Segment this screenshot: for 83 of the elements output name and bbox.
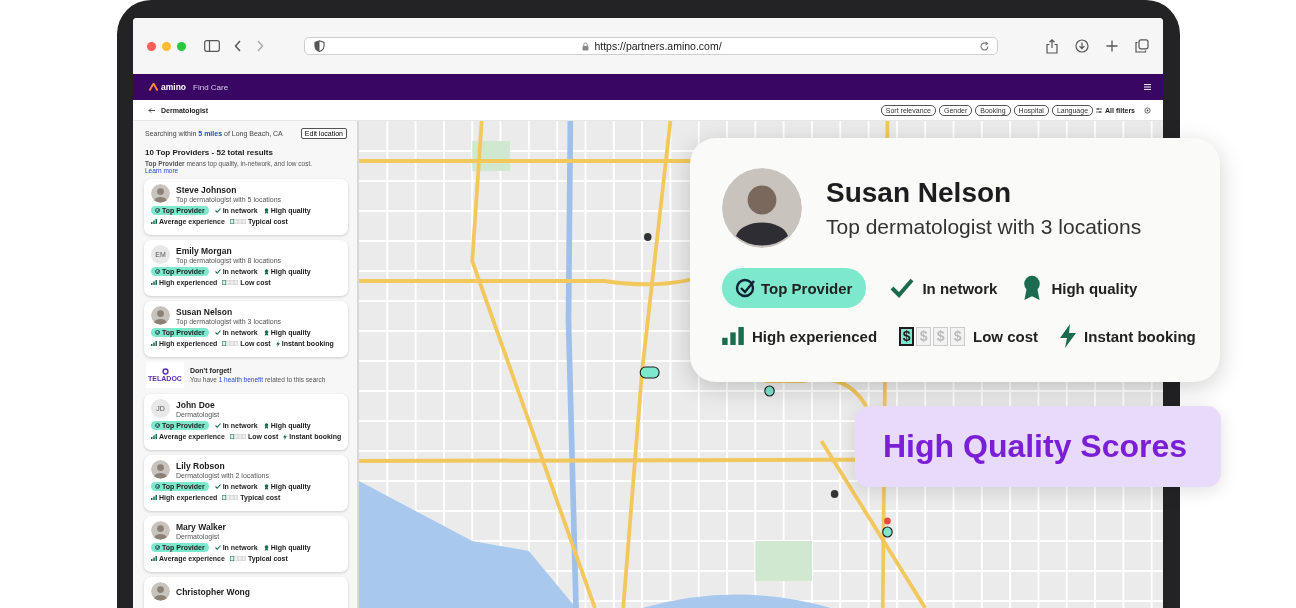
tabs-icon[interactable]	[1135, 39, 1149, 53]
back-arrow-icon[interactable]	[148, 107, 155, 113]
check-circle-icon	[155, 208, 160, 213]
check-icon	[214, 484, 221, 489]
provider-name: Emily Morgan	[176, 245, 233, 256]
filters-icon[interactable]	[1096, 107, 1103, 113]
cost-scale-icon	[229, 556, 246, 561]
check-icon	[214, 269, 221, 274]
stat-label: Instant booking	[1084, 327, 1196, 345]
avatar-placeholder	[151, 184, 170, 203]
check-circle-icon	[155, 423, 160, 428]
check-icon	[214, 208, 221, 213]
new-tab-icon[interactable]	[1106, 40, 1118, 52]
close-icon[interactable]	[147, 41, 156, 51]
cost-scale-icon	[222, 280, 239, 285]
bar-chart-icon	[151, 434, 157, 439]
download-icon[interactable]	[1075, 39, 1089, 53]
check-icon	[214, 545, 221, 550]
menu-icon[interactable]	[1144, 84, 1151, 90]
cost-symbol: $	[950, 326, 966, 346]
share-icon[interactable]	[1046, 38, 1058, 54]
cost-symbol: $	[933, 326, 949, 346]
partner-logo-icon	[161, 368, 169, 375]
cost-scale-icon	[229, 434, 246, 439]
provider-name: John Doe	[176, 399, 216, 410]
check-icon	[890, 278, 915, 298]
lightning-icon	[275, 340, 280, 347]
feature-banner: High Quality Scores	[855, 406, 1221, 487]
tag-label: High quality	[1051, 279, 1138, 297]
provider-name: Steve Johnson	[176, 184, 238, 195]
check-icon	[214, 330, 221, 335]
lock-icon	[582, 41, 590, 51]
bar-chart-icon	[151, 556, 157, 561]
award-icon	[263, 329, 269, 336]
logo-icon	[149, 83, 158, 91]
provider-card[interactable]: Christopher Wong	[144, 577, 348, 608]
provider-name: Susan Nelson	[176, 306, 234, 317]
settings-icon[interactable]	[1144, 106, 1151, 114]
cost-symbol: $	[916, 326, 932, 346]
address-bar[interactable]: https://partners.amino.com/	[304, 37, 998, 55]
results-title: 10 Top Providers - 52 total results	[145, 148, 274, 157]
award-icon	[263, 268, 269, 275]
bar-chart-icon	[151, 280, 157, 285]
avatar-placeholder	[151, 306, 170, 325]
avatar-placeholder	[151, 460, 170, 479]
award-icon	[263, 483, 269, 490]
top-provider-badge: Top Provider	[722, 268, 867, 308]
back-icon[interactable]	[234, 40, 242, 52]
cost-symbol: $	[899, 326, 915, 346]
provider-name: Christopher Wong	[176, 586, 250, 597]
logo-text[interactable]: amino	[161, 82, 187, 92]
award-icon	[263, 207, 269, 214]
sidebar-icon[interactable]	[204, 40, 220, 52]
cost-scale-icon	[229, 219, 246, 224]
award-icon	[263, 544, 269, 551]
check-circle-icon	[155, 269, 160, 274]
cost-scale-icon	[222, 341, 239, 346]
check-circle-icon	[155, 484, 160, 489]
check-circle-icon	[735, 278, 755, 298]
bar-chart-icon	[151, 219, 157, 224]
bar-chart-icon	[151, 495, 157, 500]
provider-description: Top dermatologist with 3 locations	[826, 215, 1142, 239]
lightning-icon	[1060, 324, 1077, 348]
provider-name: Susan Nelson	[826, 177, 1013, 209]
reload-icon[interactable]	[979, 40, 990, 52]
avatar-placeholder	[151, 582, 170, 601]
avatar-placeholder	[151, 521, 170, 540]
check-icon	[214, 423, 221, 428]
cost-scale-icon	[222, 495, 239, 500]
provider-name: Lily Robson	[176, 460, 226, 471]
shield-icon[interactable]	[314, 40, 325, 52]
bar-chart-icon	[151, 341, 157, 346]
tag-label: In network	[922, 279, 998, 297]
url-text: https://partners.amino.com/	[594, 40, 722, 52]
stat-label: Low cost	[973, 327, 1039, 345]
bar-chart-icon	[722, 327, 744, 345]
provider-name: Mary Walker	[176, 521, 226, 532]
lightning-icon	[283, 433, 288, 440]
product-name: Find Care	[193, 82, 229, 92]
check-circle-icon	[155, 330, 160, 335]
stat-label: High experienced	[752, 327, 878, 345]
award-icon	[263, 422, 269, 429]
check-circle-icon	[155, 545, 160, 550]
